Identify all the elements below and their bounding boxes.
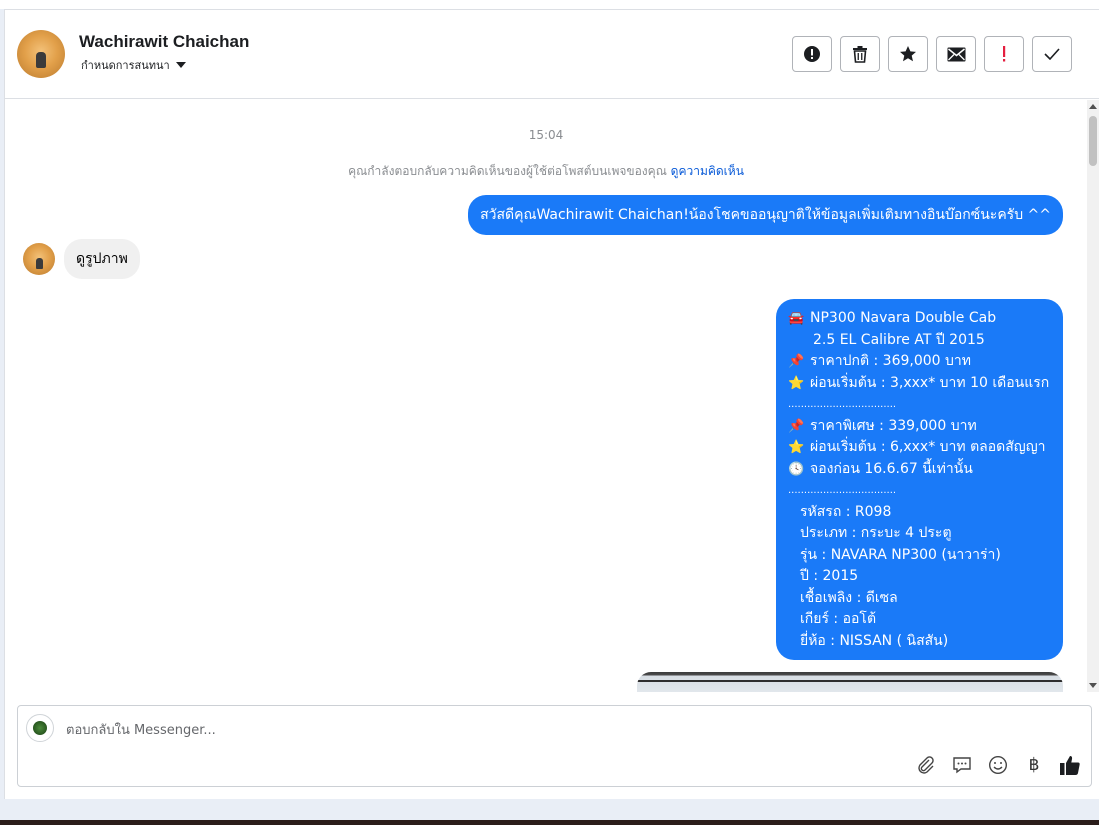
assign-conversation-dropdown[interactable]: กำหนดการสนทนา [81, 56, 186, 74]
spam-button[interactable] [984, 36, 1024, 72]
view-comment-link[interactable]: ดูความคิดเห็น [671, 164, 744, 178]
detail-title-text-1: NP300 Navara Double Cab [810, 310, 997, 326]
detail-fuel: เชื้อเพลิง : ดีเซล [800, 589, 898, 606]
detail-booking-text: จองก่อน 16.6.67 นี้เท่านั้น [810, 460, 973, 477]
message-timestamp: 15:04 [528, 128, 564, 142]
scroll-down-arrow-icon[interactable] [1089, 683, 1097, 688]
baht-icon: ฿ [1028, 755, 1040, 775]
emoji-button[interactable] [987, 754, 1009, 776]
notice-text: คุณกำลังตอบกลับความคิดเห็นของผู้ใช้ต่อโพ… [348, 164, 667, 178]
sender-avatar[interactable] [23, 243, 55, 275]
star-icon [900, 46, 916, 62]
detail-separator-1: .................................. [788, 399, 897, 410]
detail-title-line-1: 🚘 NP300 Navara Double Cab [788, 308, 1051, 330]
outgoing-message-car-details[interactable]: 🚘 NP300 Navara Double Cab 2.5 EL Calibre … [776, 299, 1063, 660]
done-button[interactable] [1032, 36, 1072, 72]
paperclip-icon [918, 756, 934, 774]
like-button[interactable] [1059, 754, 1081, 776]
detail-code: รหัสรถ : R098 [800, 503, 892, 520]
payment-button[interactable]: ฿ [1023, 754, 1045, 776]
detail-separator-2: .................................. [788, 485, 897, 496]
star-button[interactable] [888, 36, 928, 72]
page-avatar [26, 714, 54, 742]
attach-button[interactable] [915, 754, 937, 776]
saved-replies-button[interactable] [951, 754, 973, 776]
exclamation-icon [1003, 46, 1006, 62]
contact-avatar[interactable] [17, 30, 65, 78]
envelope-icon [947, 47, 965, 61]
smiley-icon [988, 755, 1008, 775]
detail-normal-price-text: ราคาปกติ : 369,000 บาท [810, 353, 971, 369]
detail-model: รุ่น : NAVARA NP300 (นาวาร่า) [800, 546, 1001, 563]
mark-unread-button[interactable] [936, 36, 976, 72]
detail-installment-1: ⭐ ผ่อนเริ่มต้น : 3,xxx* บาท 10 เดือนแรก [788, 373, 1051, 395]
detail-booking: 🕓 จองก่อน 16.6.67 นี้เท่านั้น [788, 459, 1051, 481]
detail-year: ปี : 2015 [800, 568, 859, 584]
conversation-panel: Wachirawit Chaichan กำหนดการสนทนา 15:04 … [4, 9, 1099, 799]
header-actions [792, 36, 1072, 72]
alert-circle-icon [804, 46, 820, 62]
incoming-message[interactable]: ดูรูปภาพ [64, 239, 140, 279]
image-attachment-preview[interactable] [637, 672, 1063, 692]
detail-title-line-2: 2.5 EL Calibre AT ปี 2015 [813, 331, 985, 348]
reply-composer: ฿ [17, 705, 1092, 787]
thumbs-up-icon [1060, 756, 1080, 775]
reply-context-notice: คุณกำลังตอบกลับความคิดเห็นของผู้ใช้ต่อโพ… [5, 162, 1087, 181]
assign-conversation-label: กำหนดการสนทนา [81, 59, 170, 72]
chat-scrollbar[interactable] [1087, 100, 1099, 692]
caret-down-icon [175, 62, 186, 68]
taskbar-edge [0, 820, 1099, 825]
scroll-up-arrow-icon[interactable] [1089, 104, 1097, 109]
detail-brand: ยี่ห้อ : NISSAN ( นิสสัน) [800, 632, 949, 649]
chat-bubble-icon [953, 757, 971, 774]
detail-special-price-text: ราคาพิเศษ : 339,000 บาท [810, 417, 977, 434]
scroll-thumb[interactable] [1089, 116, 1097, 166]
detail-gear: เกียร์ : ออโต้ [800, 611, 877, 627]
pin-icon: 📌 [788, 354, 805, 369]
clock-icon: 🕓 [788, 461, 805, 477]
detail-type: ประเภท : กระบะ 4 ประตู [800, 525, 952, 541]
outgoing-message-greeting[interactable]: สวัสดีคุณWachirawit Chaichan!น้องโชคขออน… [468, 195, 1063, 235]
incoming-message-row: ดูรูปภาพ [23, 239, 140, 279]
message-list[interactable]: 15:04 คุณกำลังตอบกลับความคิดเห็นของผู้ใช… [5, 100, 1099, 692]
composer-tools: ฿ [915, 754, 1081, 776]
reply-input[interactable] [66, 720, 866, 740]
top-strip [0, 0, 1099, 9]
delete-button[interactable] [840, 36, 880, 72]
detail-installment-1-text: ผ่อนเริ่มต้น : 3,xxx* บาท 10 เดือนแรก [810, 374, 1050, 391]
contact-name[interactable]: Wachirawit Chaichan [79, 32, 249, 52]
detail-special-price: 📌 ราคาพิเศษ : 339,000 บาท [788, 416, 1051, 438]
car-icon: 🚘 [788, 311, 805, 326]
detail-installment-2: ⭐ ผ่อนเริ่มต้น : 6,xxx* บาท ตลอดสัญญา [788, 437, 1051, 459]
trash-icon [853, 46, 867, 63]
detail-normal-price: 📌 ราคาปกติ : 369,000 บาท [788, 351, 1051, 373]
pin-icon: 📌 [788, 418, 805, 434]
detail-installment-2-text: ผ่อนเริ่มต้น : 6,xxx* บาท ตลอดสัญญา [810, 439, 1046, 455]
report-button[interactable] [792, 36, 832, 72]
star-emoji-icon: ⭐ [788, 375, 805, 391]
star-emoji-icon: ⭐ [788, 440, 805, 455]
conversation-header: Wachirawit Chaichan กำหนดการสนทนา [5, 10, 1099, 99]
check-icon [1044, 48, 1060, 60]
